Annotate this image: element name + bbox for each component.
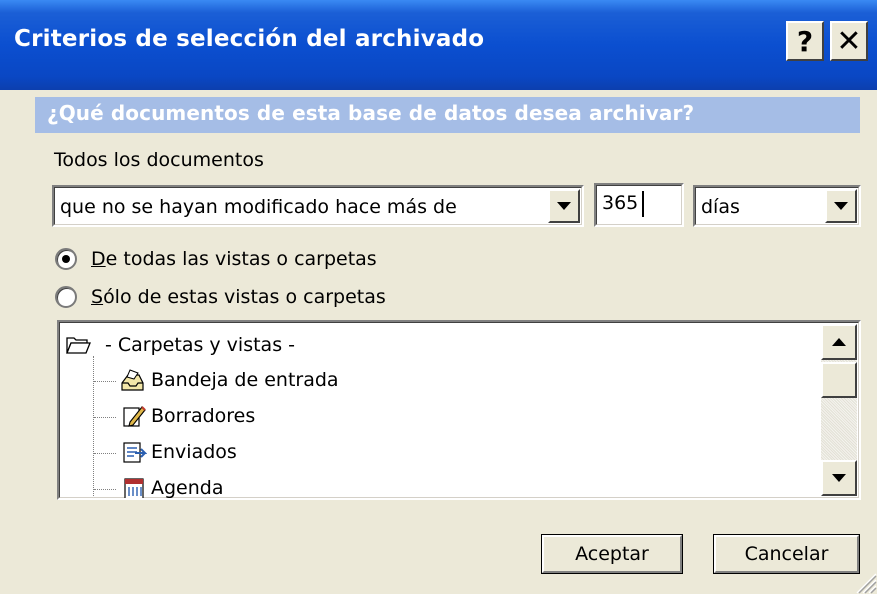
radio-all-views[interactable] <box>55 248 77 270</box>
cancel-button-label: Cancelar <box>744 543 829 565</box>
tree-connector <box>94 489 116 490</box>
help-button[interactable]: ? <box>786 21 824 61</box>
tree-root-label[interactable]: - Carpetas y vistas - <box>105 334 295 356</box>
radio-checked-dot <box>62 255 70 263</box>
radio-all-views-text: e todas las vistas o carpetas <box>105 248 377 270</box>
tree-connector <box>94 417 116 418</box>
cancel-button[interactable]: Cancelar <box>713 534 860 574</box>
all-documents-label: Todos los documentos <box>54 149 264 171</box>
unit-value: días <box>701 196 740 218</box>
tree-item-drafts[interactable]: Borradores <box>151 405 255 427</box>
tree-connector <box>93 356 94 496</box>
close-icon: ✕ <box>836 23 862 59</box>
title-bar[interactable]: Criterios de selección del archivado ? ✕ <box>0 0 877 90</box>
drafts-icon <box>123 406 146 427</box>
tree-connector <box>94 381 116 382</box>
calendar-icon <box>124 478 144 498</box>
tree-item-inbox[interactable]: Bandeja de entrada <box>151 369 339 391</box>
close-button[interactable]: ✕ <box>830 21 868 61</box>
arrow-down-icon <box>832 474 846 482</box>
days-amount-input[interactable]: 365 <box>594 183 684 227</box>
tree-item-sent[interactable]: Enviados <box>151 441 237 463</box>
radio-only-these-views-label[interactable]: Sólo de estas vistas o carpetas <box>91 286 386 308</box>
unit-dropdown-button[interactable] <box>825 189 857 223</box>
radio-only-these-text: ólo de estas vistas o carpetas <box>103 286 386 308</box>
condition-dropdown-button[interactable] <box>548 189 580 223</box>
radio-only-these-views[interactable] <box>55 286 77 308</box>
archive-criteria-dialog: Criterios de selección del archivado ? ✕… <box>0 0 877 594</box>
chevron-down-icon <box>557 202 571 210</box>
question-text: ¿Qué documentos de esta base de datos de… <box>47 101 695 125</box>
inbox-icon <box>121 369 144 391</box>
sent-icon <box>123 442 147 463</box>
unit-dropdown[interactable]: días <box>693 185 861 227</box>
question-header: ¿Qué documentos de esta base de datos de… <box>35 97 860 133</box>
scroll-down-button[interactable] <box>821 460 857 496</box>
days-amount-value: 365 <box>602 192 639 214</box>
tree-item-calendar[interactable]: Agenda <box>151 477 224 498</box>
chevron-down-icon <box>834 202 848 210</box>
resize-grip-icon[interactable] <box>851 568 877 594</box>
help-icon: ? <box>796 24 814 58</box>
tree-connector <box>94 453 116 454</box>
scroll-thumb[interactable] <box>821 362 857 398</box>
radio-all-views-label[interactable]: De todas las vistas o carpetas <box>91 248 377 270</box>
condition-dropdown[interactable]: que no se hayan modificado hace más de <box>52 185 584 227</box>
condition-value: que no se hayan modificado hace más de <box>60 196 457 218</box>
ok-button-label: Aceptar <box>575 543 649 565</box>
open-folder-icon <box>66 337 91 354</box>
scroll-up-button[interactable] <box>821 324 857 360</box>
folders-views-tree[interactable]: - Carpetas y vistas - Bandeja de entrada… <box>57 320 861 500</box>
text-caret <box>642 191 644 217</box>
ok-button[interactable]: Aceptar <box>541 534 683 574</box>
window-title: Criterios de selección del archivado <box>14 26 485 52</box>
arrow-up-icon <box>832 338 846 346</box>
tree-scrollbar[interactable] <box>821 324 857 496</box>
